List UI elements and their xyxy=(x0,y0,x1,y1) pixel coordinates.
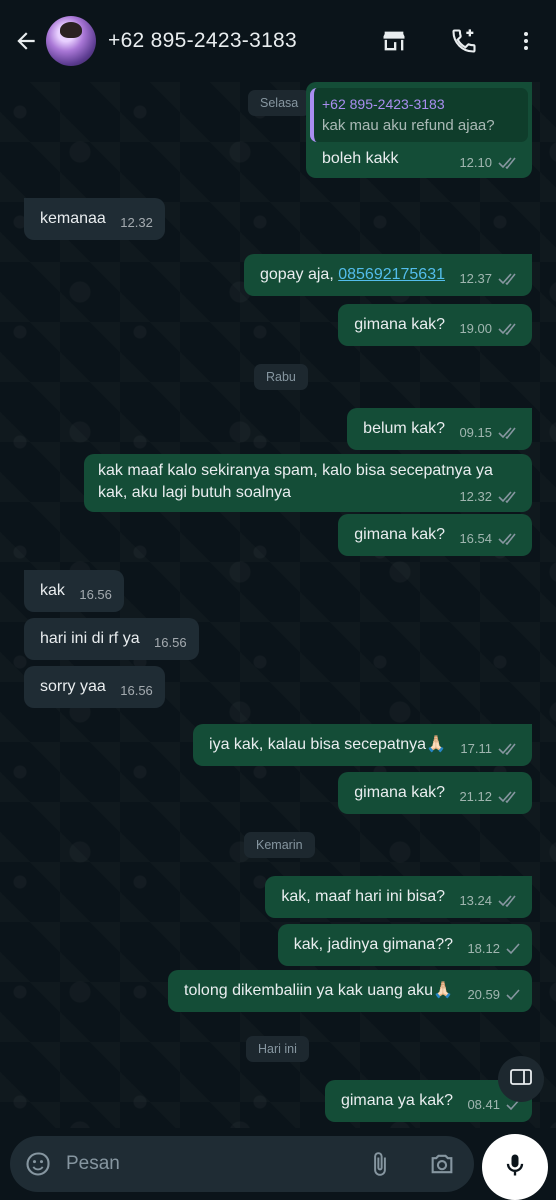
read-ticks-icon xyxy=(498,157,520,169)
message-time: 09.15 xyxy=(459,425,492,440)
message-text: gopay aja, xyxy=(259,266,339,283)
delivered-tick-icon xyxy=(506,943,520,955)
outgoing-message[interactable]: kak maaf kalo sekiranya spam, kalo bisa … xyxy=(84,454,532,512)
date-chip-rabu: Rabu xyxy=(254,364,308,390)
message-text: boleh kakk xyxy=(322,150,399,167)
camera-icon[interactable] xyxy=(422,1144,462,1184)
more-vert-icon[interactable] xyxy=(506,21,546,61)
outgoing-message[interactable]: belum kak? 09.15 xyxy=(347,408,532,450)
chat-area[interactable]: Selasa +62 895-2423-3183 kak mau aku ref… xyxy=(0,82,556,1128)
incoming-message[interactable]: sorry yaa 16.56 xyxy=(24,666,165,708)
emoji-sticker-icon[interactable] xyxy=(18,1144,58,1184)
message-time: 16.54 xyxy=(459,531,492,546)
message-text: gimana kak? xyxy=(354,526,445,543)
avatar[interactable] xyxy=(46,16,96,66)
read-ticks-icon xyxy=(498,743,520,755)
outgoing-message[interactable]: iya kak, kalau bisa secepatnya🙏🏻 17.11 xyxy=(193,724,532,766)
message-time: 12.32 xyxy=(120,215,153,230)
back-arrow-icon[interactable] xyxy=(6,21,46,61)
scroll-panel-button[interactable] xyxy=(498,1056,544,1102)
message-time: 16.56 xyxy=(79,587,112,602)
message-time: 19.00 xyxy=(459,321,492,336)
message-text: tolong dikembaliin ya kak uang aku🙏🏻 xyxy=(184,982,453,999)
mic-button[interactable] xyxy=(482,1134,548,1200)
message-time: 21.12 xyxy=(459,789,492,804)
message-time: 12.37 xyxy=(459,271,492,286)
message-text: belum kak? xyxy=(363,420,445,437)
mic-icon xyxy=(501,1151,529,1184)
date-chip-kemarin: Kemarin xyxy=(244,832,315,858)
outgoing-message[interactable]: gopay aja, 085692175631 12.37 xyxy=(243,254,532,296)
message-time: 16.56 xyxy=(120,683,153,698)
read-ticks-icon xyxy=(498,323,520,335)
read-ticks-icon xyxy=(498,273,520,285)
incoming-message[interactable]: hari ini di rf ya 16.56 xyxy=(24,618,199,660)
outgoing-message[interactable]: +62 895-2423-3183 kak mau aku refund aja… xyxy=(306,82,532,178)
message-text: iya kak, kalau bisa secepatnya🙏🏻 xyxy=(209,736,446,753)
read-ticks-icon xyxy=(498,533,520,545)
message-time: 13.24 xyxy=(459,893,492,908)
quoted-sender: +62 895-2423-3183 xyxy=(322,96,445,112)
delivered-tick-icon xyxy=(506,989,520,1001)
contact-name[interactable]: +62 895-2423-3183 xyxy=(108,29,297,53)
message-time: 18.12 xyxy=(467,941,500,956)
message-time: 20.59 xyxy=(467,987,500,1002)
message-time: 16.56 xyxy=(154,635,187,650)
date-chip-hari-ini: Hari ini xyxy=(246,1036,309,1062)
read-ticks-icon xyxy=(498,491,520,503)
message-text: kak xyxy=(40,582,65,599)
outgoing-message[interactable]: gimana kak? 19.00 xyxy=(338,304,532,346)
date-chip-selasa: Selasa xyxy=(248,90,311,116)
outgoing-message[interactable]: kak, jadinya gimana?? 18.12 xyxy=(277,924,532,966)
outgoing-message[interactable]: gimana kak? 21.12 xyxy=(338,772,532,814)
message-text: kak, jadinya gimana?? xyxy=(293,936,453,953)
outgoing-message[interactable]: tolong dikembaliin ya kak uang aku🙏🏻 20.… xyxy=(168,970,532,1012)
message-text: gimana kak? xyxy=(354,316,445,333)
outgoing-message[interactable]: kak, maaf hari ini bisa? 13.24 xyxy=(265,876,532,918)
message-time: 08.41 xyxy=(467,1097,500,1112)
message-text: gimana kak? xyxy=(354,784,445,801)
panel-toggle-icon xyxy=(510,1068,532,1091)
message-input[interactable] xyxy=(66,1153,360,1175)
message-text: hari ini di rf ya xyxy=(40,630,140,647)
read-ticks-icon xyxy=(498,895,520,907)
message-text: kak, maaf hari ini bisa? xyxy=(281,888,445,905)
phone-link[interactable]: 085692175631 xyxy=(338,266,445,283)
attach-icon[interactable] xyxy=(360,1144,400,1184)
chat-header: +62 895-2423-3183 xyxy=(0,0,556,82)
add-call-icon[interactable] xyxy=(444,21,484,61)
message-text: kak maaf kalo sekiranya spam, kalo bisa … xyxy=(98,462,493,501)
message-text: kemanaa xyxy=(40,210,106,227)
quoted-message[interactable]: +62 895-2423-3183 kak mau aku refund aja… xyxy=(310,88,528,142)
message-text: gimana ya kak? xyxy=(340,1092,453,1109)
message-composer xyxy=(10,1136,474,1192)
read-ticks-icon xyxy=(498,791,520,803)
quoted-text: kak mau aku refund ajaa? xyxy=(322,117,495,134)
store-icon[interactable] xyxy=(374,21,414,61)
message-time: 12.32 xyxy=(459,489,492,504)
read-ticks-icon xyxy=(498,427,520,439)
incoming-message[interactable]: kemanaa 12.32 xyxy=(24,198,165,240)
message-time: 12.10 xyxy=(459,155,492,170)
message-text: sorry yaa xyxy=(40,678,106,695)
incoming-message[interactable]: kak 16.56 xyxy=(24,570,124,612)
message-time: 17.11 xyxy=(460,741,492,756)
outgoing-message[interactable]: gimana kak? 16.54 xyxy=(338,514,532,556)
